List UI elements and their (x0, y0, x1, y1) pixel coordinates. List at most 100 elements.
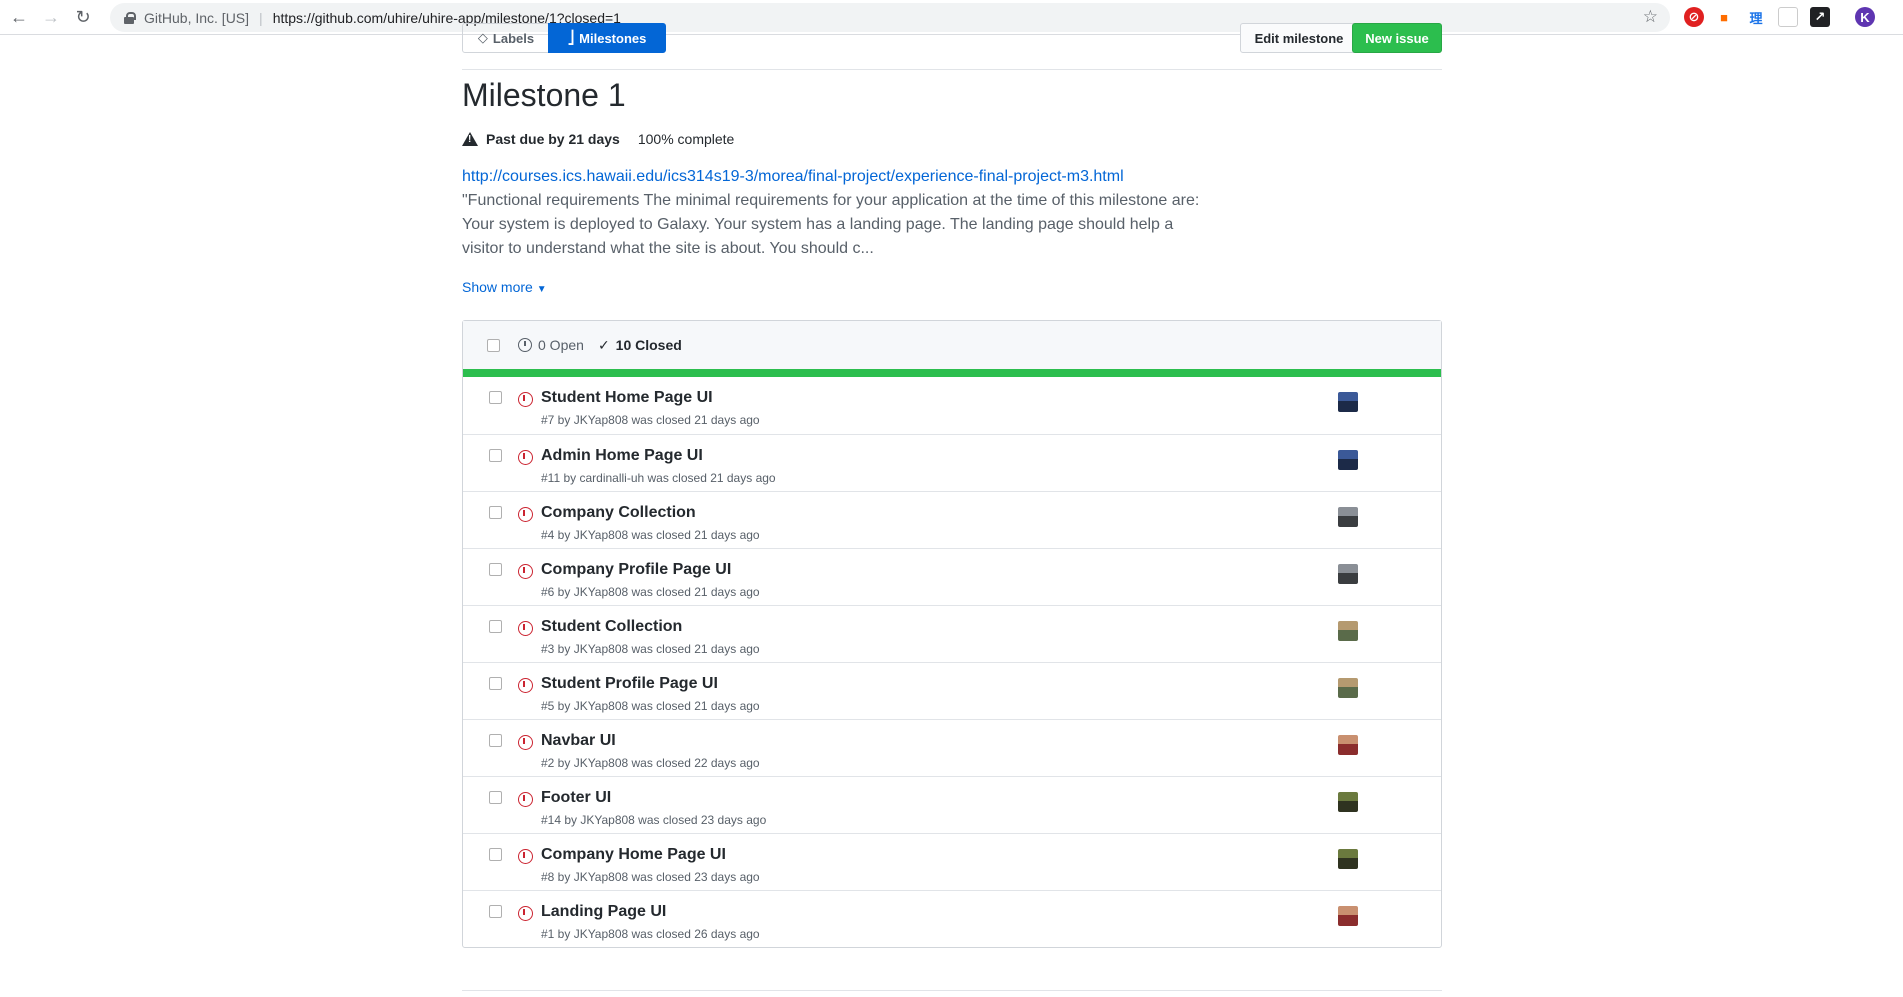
subnav: ◇ Labels ⎦ Milestones Edit milestone New… (462, 23, 1442, 70)
adblock-extension-icon[interactable]: ⊘ (1684, 7, 1704, 27)
issue-checkbox[interactable] (489, 563, 502, 576)
bookmark-star-icon[interactable]: ☆ (1643, 7, 1658, 27)
check-icon: ✓ (597, 336, 610, 353)
edit-milestone-button[interactable]: Edit milestone (1240, 23, 1358, 53)
reload-icon[interactable]: ↻ (72, 6, 94, 28)
assignee-avatar[interactable] (1338, 507, 1358, 527)
issue-title[interactable]: Company Collection (541, 504, 696, 522)
assignee-avatar[interactable] (1338, 450, 1358, 470)
show-more-link[interactable]: Show more ▼ (462, 279, 547, 295)
milestones-tab[interactable]: ⎦ Milestones (548, 23, 666, 53)
issue-checkbox[interactable] (489, 506, 502, 519)
milestones-tab-label: Milestones (579, 30, 647, 46)
issue-closed-icon (518, 392, 533, 407)
issue-title[interactable]: Student Collection (541, 618, 682, 636)
assignee-avatar[interactable] (1338, 906, 1358, 926)
address-separator: | (259, 9, 263, 26)
issue-closed-icon (518, 906, 533, 921)
assignee-avatar[interactable] (1338, 392, 1358, 412)
chevron-down-icon: ▼ (536, 284, 547, 295)
assignee-avatar[interactable] (1338, 564, 1358, 584)
select-all-checkbox[interactable] (487, 338, 500, 352)
issue-meta: #7 by JKYap808 was closed 21 days ago (541, 413, 760, 427)
open-issues-filter[interactable]: 0 Open (518, 337, 584, 353)
milestone-meta: Past due by 21 days 100% complete (462, 131, 734, 147)
issue-checkbox[interactable] (489, 734, 502, 747)
lock-extension-icon[interactable]: ■ (1714, 7, 1734, 27)
issue-closed-icon (518, 621, 533, 636)
assignee-avatar[interactable] (1338, 735, 1358, 755)
issue-row[interactable]: Company Home Page UI #8 by JKYap808 was c… (463, 833, 1441, 890)
dictionary-extension-icon[interactable]: 理 (1746, 7, 1766, 27)
tag-icon: ◇ (477, 30, 488, 45)
blank-extension-icon[interactable] (1778, 7, 1798, 27)
issue-row[interactable]: Landing Page UI #1 by JKYap808 was closed… (463, 890, 1441, 947)
issue-title[interactable]: Student Profile Page UI (541, 675, 718, 693)
issue-title[interactable]: Footer UI (541, 789, 611, 807)
lock-icon (124, 11, 136, 24)
issue-row[interactable]: Admin Home Page UI #11 by cardinalli-uh w… (463, 434, 1441, 491)
issue-title[interactable]: Company Profile Page UI (541, 561, 731, 579)
site-identity: GitHub, Inc. [US] (144, 9, 250, 26)
issue-meta: #3 by JKYap808 was closed 21 days ago (541, 642, 760, 656)
issue-closed-icon (518, 564, 533, 579)
issue-meta: #8 by JKYap808 was closed 23 days ago (541, 870, 760, 884)
issue-checkbox[interactable] (489, 620, 502, 633)
issue-title[interactable]: Navbar UI (541, 732, 616, 750)
issue-meta: #11 by cardinalli-uh was closed 21 days … (541, 471, 776, 485)
issue-checkbox[interactable] (489, 791, 502, 804)
issue-title[interactable]: Admin Home Page UI (541, 447, 703, 465)
issue-closed-icon (518, 735, 533, 750)
issue-title[interactable]: Student Home Page UI (541, 389, 713, 407)
issue-closed-icon (518, 450, 533, 465)
issue-meta: #1 by JKYap808 was closed 26 days ago (541, 927, 760, 941)
assignee-avatar[interactable] (1338, 621, 1358, 641)
completion-status: 100% complete (637, 131, 735, 147)
milestone-page: ◇ Labels ⎦ Milestones Edit milestone New… (462, 23, 1442, 991)
forward-icon[interactable]: → (40, 6, 62, 28)
issue-meta: #2 by JKYap808 was closed 22 days ago (541, 756, 760, 770)
assignee-avatar[interactable] (1338, 678, 1358, 698)
issue-row[interactable]: Footer UI #14 by JKYap808 was closed 23 d… (463, 776, 1441, 833)
issue-meta: #6 by JKYap808 was closed 21 days ago (541, 585, 760, 599)
issue-checkbox[interactable] (489, 848, 502, 861)
closed-count: 10 Closed (615, 337, 682, 353)
profile-avatar-icon[interactable]: K (1855, 7, 1875, 27)
footer-divider (462, 990, 1442, 991)
issue-meta: #14 by JKYap808 was closed 23 days ago (541, 813, 767, 827)
issue-opened-icon (518, 338, 532, 352)
issue-closed-icon (518, 849, 533, 864)
issue-row[interactable]: Company Collection #4 by JKYap808 was clo… (463, 491, 1441, 548)
issue-title[interactable]: Company Home Page UI (541, 846, 726, 864)
milestone-description: http://courses.ics.hawaii.edu/ics314s19-… (462, 165, 1202, 261)
issue-checkbox[interactable] (489, 449, 502, 462)
issue-row[interactable]: Student Profile Page UI #5 by JKYap808 wa… (463, 662, 1441, 719)
assignee-avatar[interactable] (1338, 849, 1358, 869)
description-link[interactable]: http://courses.ics.hawaii.edu/ics314s19-… (462, 165, 1202, 189)
issue-row[interactable]: Student Collection #3 by JKYap808 was clo… (463, 605, 1441, 662)
snip-extension-icon[interactable]: ↗ (1810, 7, 1830, 27)
issue-row[interactable]: Company Profile Page UI #6 by JKYap808 wa… (463, 548, 1441, 605)
alert-icon (462, 132, 478, 146)
new-issue-button[interactable]: New issue (1352, 23, 1442, 53)
back-icon[interactable]: ← (8, 6, 30, 28)
issue-meta: #4 by JKYap808 was closed 21 days ago (541, 528, 760, 542)
issue-checkbox[interactable] (489, 905, 502, 918)
issue-title[interactable]: Landing Page UI (541, 903, 666, 921)
issue-closed-icon (518, 792, 533, 807)
due-status: Past due by 21 days (486, 131, 620, 147)
issue-row[interactable]: Navbar UI #2 by JKYap808 was closed 22 da… (463, 719, 1441, 776)
milestone-title: Milestone 1 (462, 77, 626, 113)
open-count: 0 Open (538, 337, 584, 353)
labels-tab[interactable]: ◇ Labels (462, 23, 550, 53)
browser-toolbar: ← → ↻ GitHub, Inc. [US] | https://github… (0, 0, 1903, 35)
progress-bar (463, 369, 1441, 377)
show-more-label: Show more (462, 279, 533, 295)
issue-checkbox[interactable] (489, 677, 502, 690)
assignee-avatar[interactable] (1338, 792, 1358, 812)
closed-issues-filter[interactable]: ✓ 10 Closed (598, 337, 682, 354)
issue-checkbox[interactable] (489, 391, 502, 404)
issue-closed-icon (518, 678, 533, 693)
issue-row[interactable]: Student Home Page UI #7 by JKYap808 was c… (463, 377, 1441, 434)
issue-closed-icon (518, 507, 533, 522)
